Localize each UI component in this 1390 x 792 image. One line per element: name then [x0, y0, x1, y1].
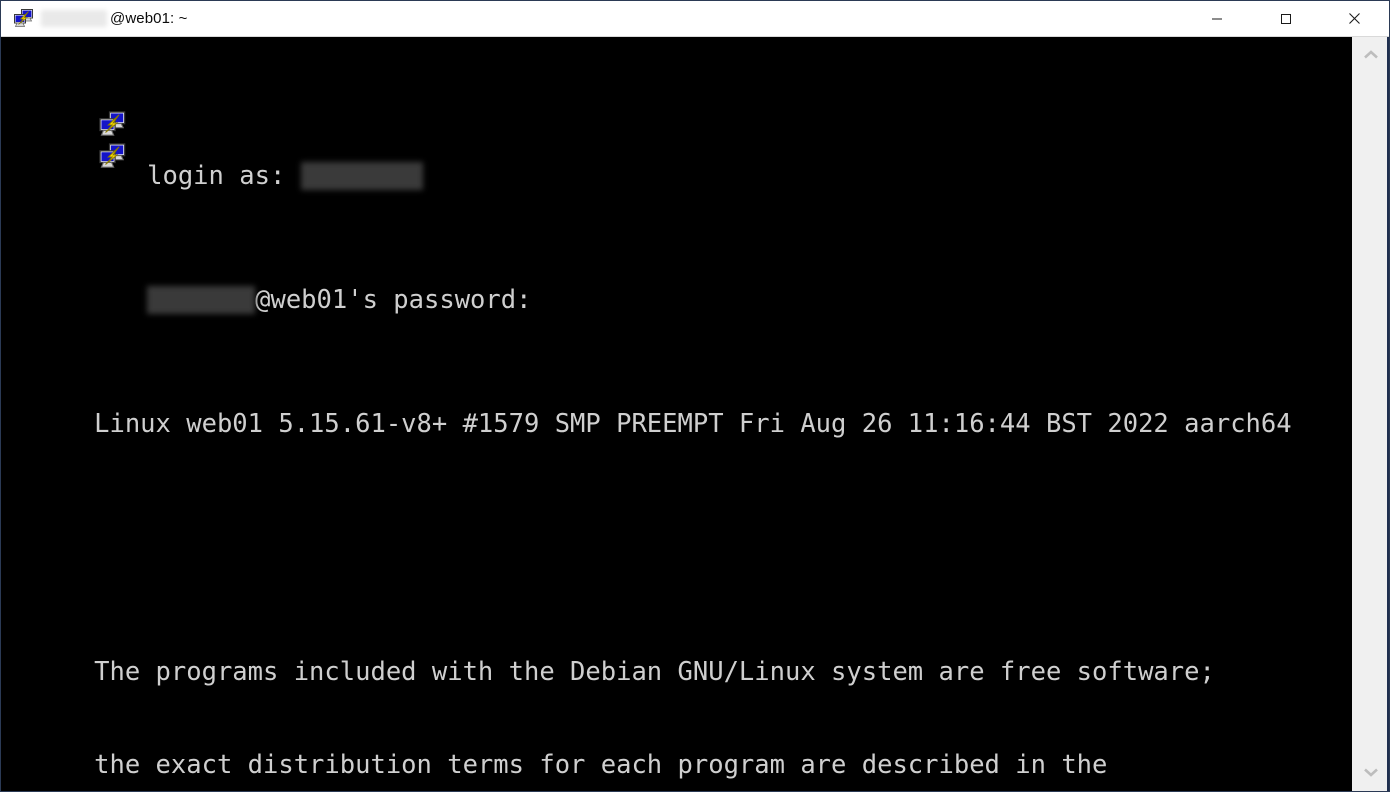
- terminal-line-blank-1: [2, 502, 1355, 533]
- putty-icon: [13, 8, 35, 30]
- terminal-line-kernel: Linux web01 5.15.61-v8+ #1579 SMP PREEMP…: [2, 378, 1355, 439]
- debian-notice-line-2: the exact distribution terms for each pr…: [94, 750, 1108, 780]
- minimize-button[interactable]: [1182, 1, 1251, 36]
- chevron-down-icon: [1363, 768, 1378, 777]
- scrollbar-thumb[interactable]: [1353, 67, 1388, 757]
- putty-terminal-window: @web01: ~ login as: @web01's password: L…: [0, 0, 1390, 792]
- debian-notice-line-1: The programs included with the Debian GN…: [94, 657, 1215, 687]
- kernel-version-text: Linux web01 5.15.61-v8+ #1579 SMP PREEMP…: [94, 409, 1292, 439]
- redacted-username-password: [147, 286, 256, 314]
- scroll-down-button[interactable]: [1353, 758, 1388, 786]
- chevron-up-icon: [1363, 50, 1378, 59]
- terminal-line-debian-2: the exact distribution terms for each pr…: [2, 719, 1355, 780]
- password-prompt-text: @web01's password:: [255, 285, 532, 315]
- window-controls: [1182, 1, 1389, 36]
- terminal-line-password: @web01's password:: [2, 254, 1355, 315]
- scroll-up-button[interactable]: [1353, 41, 1388, 69]
- window-title: @web01: ~: [41, 10, 187, 27]
- close-button[interactable]: [1320, 1, 1389, 36]
- putty-icon-overlay-1: [6, 79, 126, 136]
- titlebar[interactable]: @web01: ~: [1, 1, 1389, 37]
- window-title-text: @web01: ~: [110, 10, 188, 27]
- window-right-edge: [1387, 37, 1389, 791]
- terminal-line-debian-1: The programs included with the Debian GN…: [2, 626, 1355, 687]
- terminal-line-login: login as:: [2, 130, 1355, 191]
- redacted-username-title: [41, 10, 107, 27]
- putty-icon-overlay-2: [6, 111, 126, 168]
- maximize-button[interactable]: [1251, 1, 1320, 36]
- vertical-scrollbar[interactable]: [1352, 37, 1388, 791]
- terminal-screen[interactable]: login as: @web01's password: Linux web01…: [2, 37, 1355, 791]
- redacted-username-login: [300, 162, 423, 190]
